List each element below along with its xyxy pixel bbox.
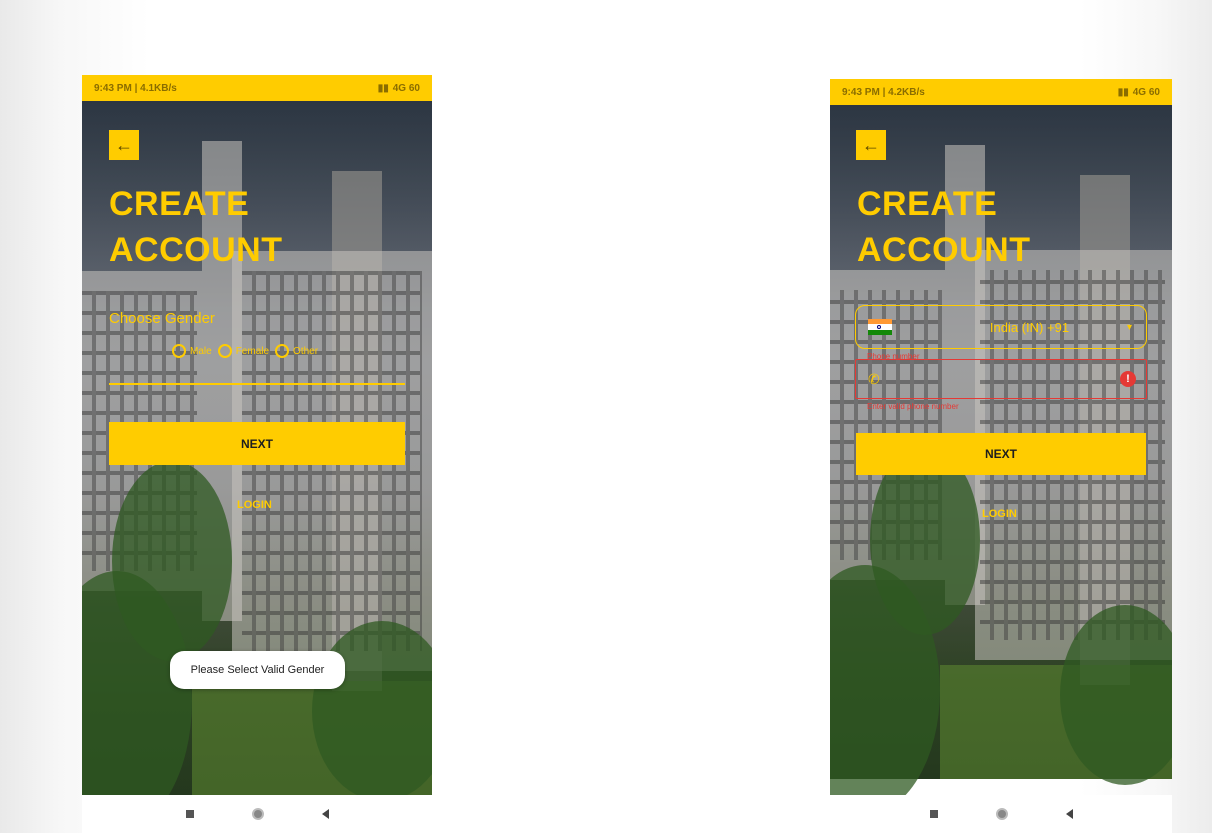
phone-number-input[interactable]: ✆ !: [855, 359, 1147, 399]
home-icon[interactable]: [995, 808, 1008, 820]
page-title: CREATE ACCOUNT: [857, 181, 1030, 273]
next-button[interactable]: NEXT: [109, 422, 405, 465]
status-bar: 9:43 PM | 4.2KB/s ▮▮ 4G 60: [830, 79, 1172, 105]
country-code-picker[interactable]: India (IN) +91 ▾: [855, 305, 1147, 349]
recents-icon[interactable]: [185, 810, 194, 818]
page-title: CREATE ACCOUNT: [109, 181, 282, 273]
home-icon[interactable]: [251, 808, 264, 820]
toast-message: Please Select Valid Gender: [170, 651, 345, 689]
status-icons: ▮▮ 4G 60: [1118, 87, 1160, 98]
radio-label-other: Other: [293, 345, 319, 357]
signal-icon: ▮▮: [377, 82, 389, 94]
arrow-left-icon: ←: [862, 134, 880, 155]
gender-underline: [109, 383, 405, 385]
recents-icon[interactable]: [929, 810, 938, 818]
india-flag-icon: [868, 319, 892, 335]
signal-icon: ▮▮: [1117, 86, 1129, 98]
radio-other[interactable]: [275, 344, 290, 358]
radio-male[interactable]: [172, 344, 186, 358]
title-line-1: CREATE: [857, 185, 998, 223]
back-nav-icon[interactable]: [1065, 809, 1073, 819]
radio-label-male: Male: [190, 345, 212, 357]
phone-screen-gender: 9:43 PM | 4.1KB/s ▮▮ 4G 60 ← CREATE ACCO…: [82, 75, 432, 833]
android-nav-bar: [830, 795, 1172, 833]
status-icons: ▮▮ 4G 60: [378, 83, 420, 94]
country-code-text: India (IN) +91: [989, 319, 1070, 335]
error-icon: !: [1120, 371, 1136, 387]
back-nav-icon[interactable]: [321, 809, 329, 819]
status-indicators: 4G 60: [392, 82, 420, 94]
android-nav-bar: [82, 795, 432, 833]
chevron-down-icon: ▾: [1126, 321, 1132, 333]
gender-label: Choose Gender: [109, 310, 215, 327]
next-button[interactable]: NEXT: [856, 433, 1146, 475]
status-indicators: 4G 60: [1132, 86, 1160, 98]
status-time: 9:43 PM | 4.2KB/s: [842, 86, 925, 98]
status-bar: 9:43 PM | 4.1KB/s ▮▮ 4G 60: [82, 75, 432, 101]
title-line-2: ACCOUNT: [857, 231, 1031, 269]
back-button[interactable]: ←: [856, 130, 886, 160]
gender-radio-group: Male Female Other: [170, 344, 318, 358]
title-line-1: CREATE: [109, 185, 250, 223]
phone-error-text: Enter valid phone number: [867, 402, 959, 411]
back-button[interactable]: ←: [109, 130, 139, 160]
login-link[interactable]: LOGIN: [982, 508, 1017, 520]
status-time: 9:43 PM | 4.1KB/s: [94, 82, 177, 94]
radio-female[interactable]: [217, 344, 232, 358]
phone-screen-phone-number: 9:43 PM | 4.2KB/s ▮▮ 4G 60 ← CREATE ACCO…: [830, 79, 1172, 833]
arrow-left-icon: ←: [115, 134, 133, 155]
radio-label-female: Female: [235, 345, 270, 357]
title-line-2: ACCOUNT: [109, 231, 283, 269]
login-link[interactable]: LOGIN: [237, 499, 272, 511]
phone-icon: ✆: [868, 370, 880, 387]
